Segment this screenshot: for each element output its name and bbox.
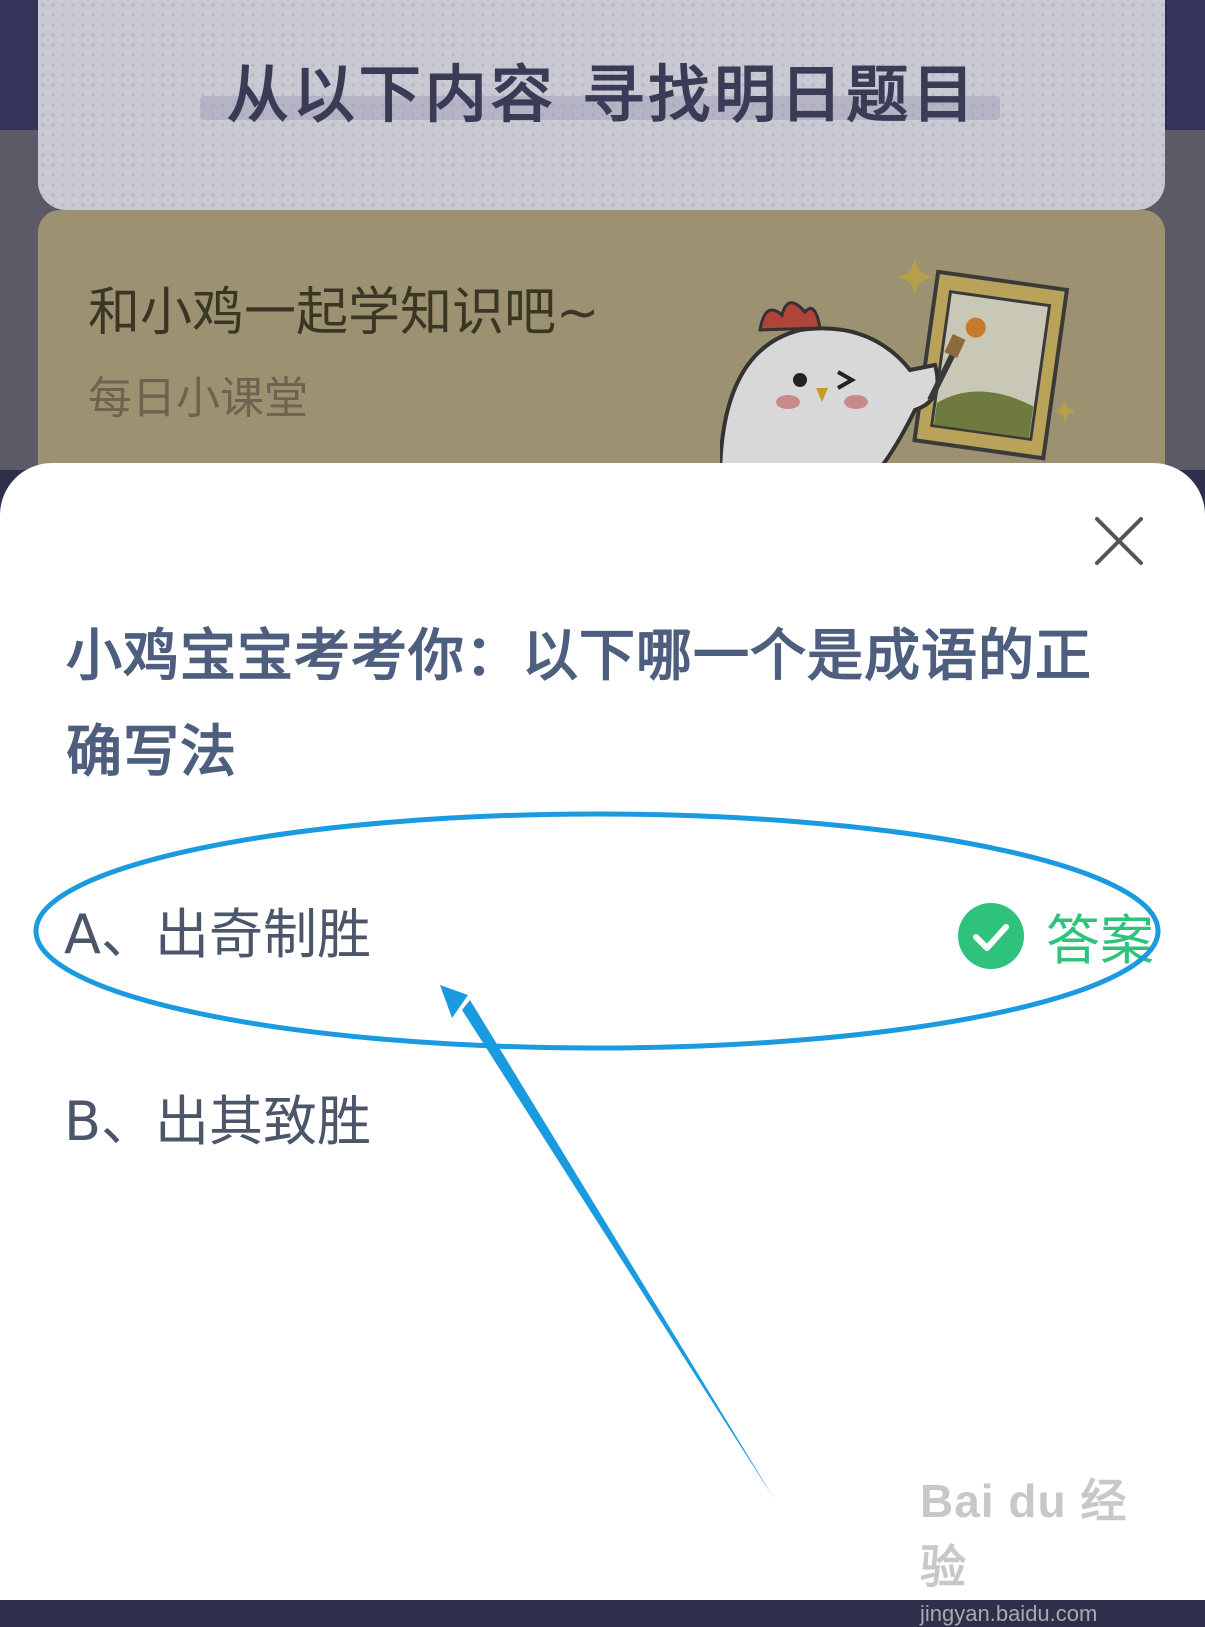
- chick-mascot-illustration: [720, 260, 1076, 480]
- check-circle-icon: [958, 902, 1024, 969]
- answer-label: 答案: [1046, 909, 1154, 972]
- watermark-logo: Bai du 经验: [920, 1475, 1128, 1593]
- answer-tag: 答案: [958, 896, 1154, 975]
- option-a-label: A、出奇制胜: [64, 902, 371, 966]
- option-b[interactable]: B、出其致胜: [64, 1071, 1154, 1161]
- daily-class-card-title: 和小鸡一起学知识吧~: [88, 283, 600, 343]
- baidu-jingyan-watermark: Bai du 经验 jingyan.baidu.com: [920, 1465, 1170, 1626]
- close-icon[interactable]: [1091, 513, 1147, 569]
- option-b-label: B、出其致胜: [64, 1089, 372, 1153]
- option-a[interactable]: A、出奇制胜 答案: [64, 884, 1154, 974]
- watermark-url: jingyan.baidu.com: [920, 1601, 1098, 1626]
- daily-class-card-subtitle: 每日小课堂: [88, 373, 308, 424]
- background-heading: 从以下内容 寻找明日题目: [226, 58, 979, 131]
- quiz-question: 小鸡宝宝考考你：以下哪一个是成语的正确写法: [66, 624, 1092, 785]
- quiz-dialog: 小鸡宝宝考考你：以下哪一个是成语的正确写法 A、出奇制胜 答案 B、出其致胜: [0, 463, 1205, 1600]
